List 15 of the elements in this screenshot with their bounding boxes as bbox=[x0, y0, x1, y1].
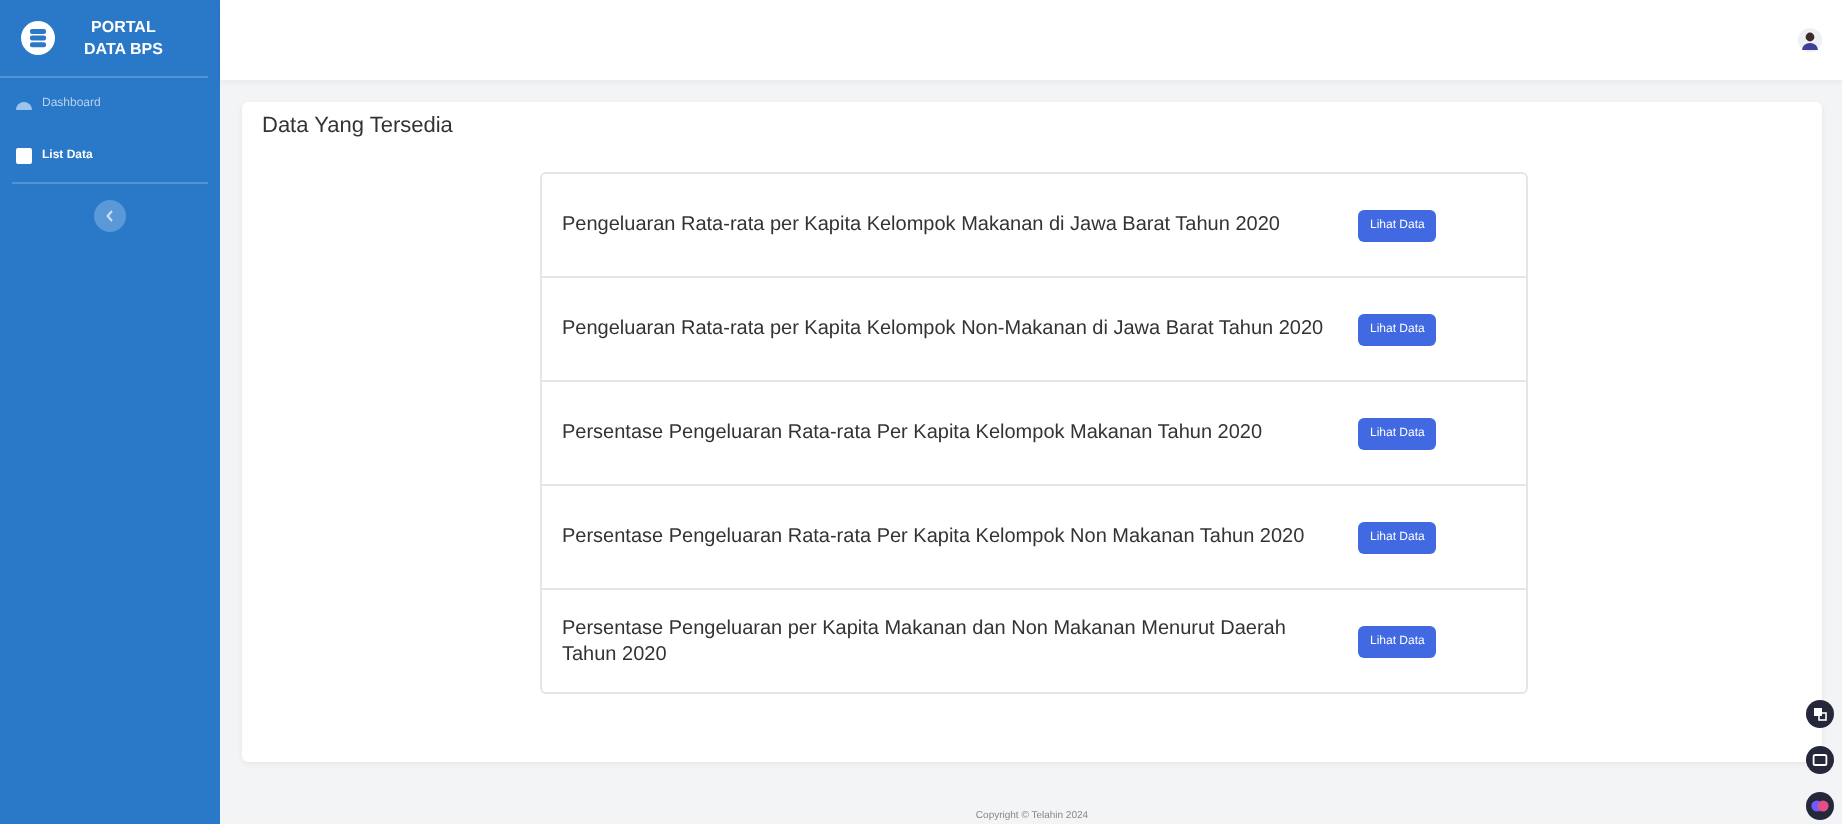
card-icon[interactable] bbox=[1806, 746, 1834, 774]
avatar-icon bbox=[1798, 28, 1822, 52]
dataset-title: Persentase Pengeluaran per Kapita Makanan dan Non Makanan Menurut Daerah Tahun 2020 bbox=[562, 615, 1288, 667]
dataset-title: Pengeluaran Rata-rata per Kapita Kelompok Makanan di Jawa Barat Tahun 2020 bbox=[562, 212, 1282, 238]
collapse-button[interactable] bbox=[94, 200, 126, 232]
dataset-title: Persentase Pengeluaran Rata-rata Per Kapita Kelompok Makanan Tahun 2020 bbox=[562, 420, 1265, 446]
database-icon bbox=[20, 20, 56, 56]
brand-name: PORTAL bbox=[91, 16, 156, 38]
chevron-left-icon bbox=[106, 210, 114, 222]
card-title: Data Yang Tersedia bbox=[262, 114, 455, 138]
dataset-title: Pengeluaran Rata-rata per Kapita Kelompok Non-Makanan di Jawa Barat Tahun 2020 bbox=[562, 316, 1326, 342]
dashboard-icon bbox=[16, 96, 32, 112]
brand-name: DATA BPS bbox=[84, 38, 163, 60]
dataset-title: Persentase Pengeluaran Rata-rata Per Kapita Kelompok Non Makanan Tahun 2020 bbox=[562, 524, 1307, 550]
document-icon bbox=[16, 148, 32, 164]
